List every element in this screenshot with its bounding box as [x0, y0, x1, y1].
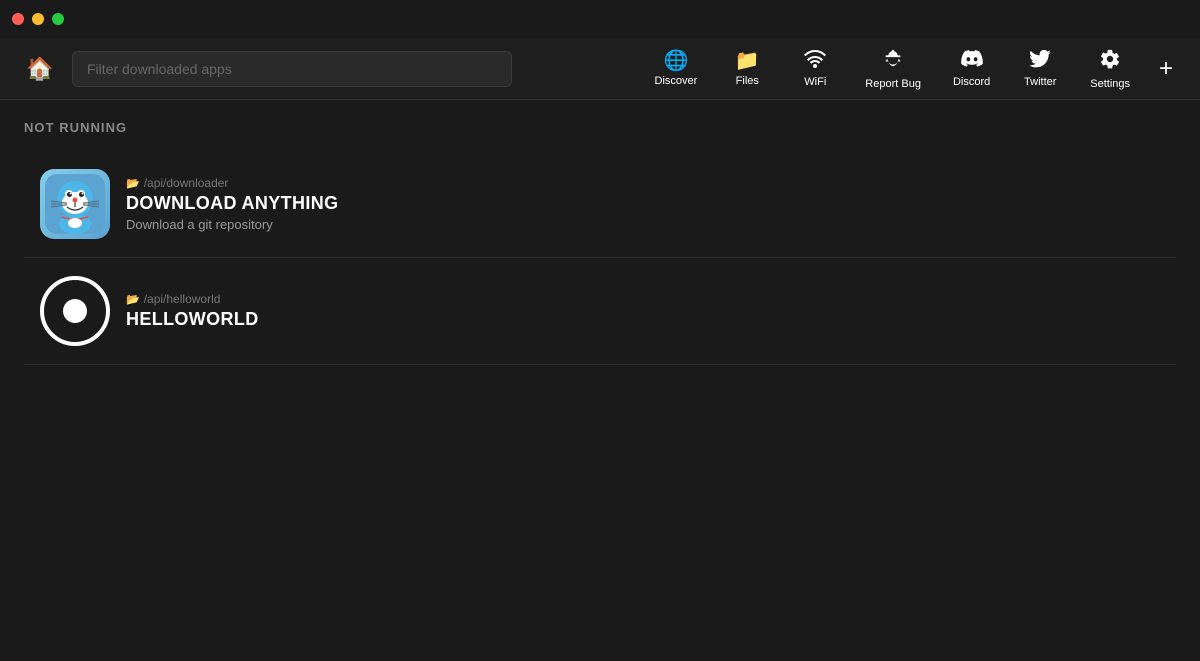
folder-icon: 📂	[126, 177, 140, 190]
bug-icon	[882, 48, 904, 74]
app-info-download-anything: 📂 /api/downloader DOWNLOAD ANYTHING Down…	[126, 176, 338, 232]
titlebar	[0, 0, 1200, 38]
app-info-helloworld: 📂 /api/helloworld HELLOWORLD	[126, 292, 259, 330]
toolbar-nav: 🌐 Discover 📁 Files WiFi Report Bug	[641, 42, 1145, 96]
toolbar: 🏠 🌐 Discover 📁 Files WiFi	[0, 38, 1200, 100]
app-path-text-hw: /api/helloworld	[144, 292, 221, 306]
nav-twitter[interactable]: Twitter	[1008, 44, 1072, 94]
discover-icon: 🌐	[663, 51, 688, 71]
close-button[interactable]	[12, 13, 24, 25]
nav-wifi-label: WiFi	[804, 76, 826, 88]
minimize-button[interactable]	[32, 13, 44, 25]
nav-wifi[interactable]: WiFi	[783, 44, 847, 94]
app-path-download-anything: 📂 /api/downloader	[126, 176, 338, 190]
section-header: NOT RUNNING	[24, 120, 1176, 135]
nav-discord[interactable]: Discord	[939, 44, 1004, 94]
folder-icon-hw: 📂	[126, 293, 140, 306]
app-item-helloworld[interactable]: 📂 /api/helloworld HELLOWORLD	[24, 258, 1176, 365]
home-button[interactable]: 🏠	[16, 45, 64, 93]
add-button[interactable]: +	[1148, 51, 1184, 87]
app-name-download-anything: DOWNLOAD ANYTHING	[126, 193, 338, 214]
nav-settings[interactable]: Settings	[1076, 42, 1144, 96]
nav-discover[interactable]: 🌐 Discover	[641, 45, 712, 93]
search-input[interactable]	[72, 51, 512, 87]
app-icon-doraemon	[40, 169, 110, 239]
app-path-text: /api/downloader	[144, 176, 229, 190]
app-name-helloworld: HELLOWORLD	[126, 309, 259, 330]
home-icon: 🏠	[26, 56, 53, 82]
app-icon-helloworld	[40, 276, 110, 346]
app-desc-download-anything: Download a git repository	[126, 217, 338, 232]
nav-discord-label: Discord	[953, 76, 990, 88]
main-content: NOT RUNNING	[0, 100, 1200, 385]
files-icon: 📁	[735, 51, 760, 71]
nav-settings-label: Settings	[1090, 78, 1130, 90]
nav-discover-label: Discover	[655, 75, 698, 87]
maximize-button[interactable]	[52, 13, 64, 25]
wifi-icon	[804, 50, 826, 72]
nav-files[interactable]: 📁 Files	[715, 45, 779, 93]
nav-report-bug-label: Report Bug	[865, 78, 921, 90]
app-path-helloworld: 📂 /api/helloworld	[126, 292, 259, 306]
nav-report-bug[interactable]: Report Bug	[851, 42, 935, 96]
app-item-download-anything[interactable]: 📂 /api/downloader DOWNLOAD ANYTHING Down…	[24, 151, 1176, 258]
nav-files-label: Files	[736, 75, 759, 87]
twitter-icon	[1029, 50, 1051, 72]
discord-icon	[961, 50, 983, 72]
app-icon-circle-inner	[63, 299, 87, 323]
nav-twitter-label: Twitter	[1024, 76, 1056, 88]
settings-icon	[1099, 48, 1121, 74]
add-icon: +	[1159, 55, 1173, 83]
